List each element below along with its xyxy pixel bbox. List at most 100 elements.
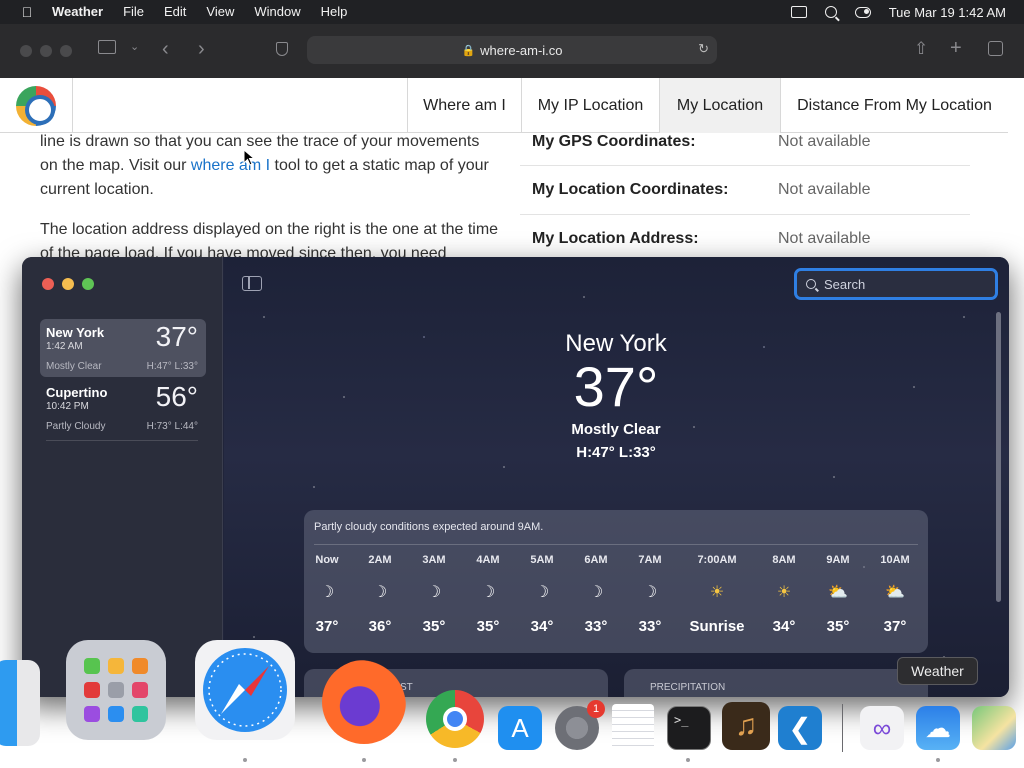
city-time: 10:42 PM [46, 401, 89, 412]
control-center-icon[interactable] [854, 6, 871, 18]
hour-label: Now [315, 554, 339, 566]
visual-studio-icon[interactable]: ∞ [860, 706, 904, 750]
hourly-divider [314, 544, 918, 545]
site-logo[interactable] [16, 86, 56, 126]
moon-icon: ☽ [426, 584, 442, 601]
terminal-icon[interactable]: >_ [667, 706, 711, 750]
screen-mirroring-icon[interactable] [790, 6, 807, 18]
hour-label: 3AM [422, 554, 446, 566]
moon-icon: ☽ [534, 584, 550, 601]
hour-label: 7AM [638, 554, 662, 566]
privacy-shield-icon[interactable] [276, 42, 288, 56]
forward-icon[interactable]: › [198, 38, 205, 61]
hour-temperature: 33° [638, 618, 662, 635]
city-name: Cupertino [46, 385, 108, 400]
hour-column: 2AM ☽ 36° [357, 550, 403, 650]
hour-column: 7AM ☽ 33° [627, 550, 673, 650]
address-bar[interactable]: 🔒 where-am-i.co ↻ [307, 36, 717, 64]
search-input[interactable]: Search [794, 268, 998, 300]
hour-temperature: 35° [826, 618, 850, 635]
menu-help[interactable]: Help [321, 0, 348, 24]
hour-column: 7:00AM ☀ Sunrise [684, 550, 750, 650]
menu-file[interactable]: File [123, 0, 144, 24]
sidebar-icon[interactable] [98, 40, 116, 54]
info-value: Not available [778, 133, 871, 150]
city-card-cupertino[interactable]: Cupertino 10:42 PM 56° Partly Cloudy H:7… [40, 379, 206, 441]
hero-temperature: 37° [573, 355, 659, 418]
system-settings-icon[interactable]: 1 [555, 700, 605, 750]
reload-icon[interactable]: ↻ [698, 41, 709, 57]
weather-zoom-button[interactable] [82, 278, 94, 290]
city-card-new-york[interactable]: New York 1:42 AM 37° Mostly Clear H:47° … [40, 319, 206, 377]
hour-temperature: 36° [368, 618, 392, 635]
textedit-icon[interactable] [612, 704, 654, 752]
apple-menu-icon[interactable]:  [16, 0, 38, 24]
nav-where-am-i[interactable]: Where am I [407, 78, 521, 133]
weather-close-button[interactable] [42, 278, 54, 290]
garageband-icon[interactable]: ♫ [722, 702, 770, 750]
menu-bar:  Weather File Edit View Window Help Tue… [0, 0, 1024, 24]
moon-icon: ☽ [319, 584, 335, 601]
hour-label: 6AM [584, 554, 608, 566]
firefox-icon[interactable] [322, 660, 406, 744]
back-icon[interactable]: ‹ [162, 38, 169, 61]
nav-my-location[interactable]: My Location [659, 78, 780, 133]
url-text: where-am-i.co [480, 42, 563, 58]
card-divider [46, 440, 198, 441]
current-conditions: New York 37° Mostly Clear H:47° L:33° [514, 329, 718, 461]
weather-app-icon[interactable]: ☁ [916, 706, 960, 750]
location-info-table: My GPS Coordinates: Not available My Loc… [520, 133, 970, 264]
window-zoom-button[interactable] [60, 45, 72, 57]
app-store-icon[interactable]: A [498, 706, 542, 750]
chevron-down-icon[interactable]: ⌄ [130, 40, 139, 53]
running-indicator [453, 758, 457, 762]
search-placeholder: Search [824, 276, 866, 292]
moon-icon: ☽ [642, 584, 658, 601]
menu-app-name[interactable]: Weather [52, 0, 103, 24]
scrollbar[interactable] [996, 312, 1001, 602]
sidebar-toggle-icon[interactable] [242, 276, 262, 291]
tab-overview-icon[interactable] [988, 41, 1003, 56]
city-high-low: H:47° L:33° [146, 361, 198, 372]
launchpad-icon[interactable] [66, 640, 166, 740]
new-tab-icon[interactable]: + [950, 37, 962, 60]
share-icon[interactable]: ⇧ [914, 39, 928, 59]
hour-temperature: 34° [772, 618, 796, 635]
window-minimize-button[interactable] [40, 45, 52, 57]
safari-icon[interactable] [195, 640, 295, 740]
menu-edit[interactable]: Edit [164, 0, 186, 24]
menu-view[interactable]: View [206, 0, 234, 24]
window-close-button[interactable] [20, 45, 32, 57]
hour-temperature: 33° [584, 618, 608, 635]
chrome-icon[interactable] [426, 690, 484, 748]
hour-column: 6AM ☽ 33° [573, 550, 619, 650]
weather-window: New York 1:42 AM 37° Mostly Clear H:47° … [22, 257, 1009, 697]
app-menu: Weather File Edit View Window Help [52, 0, 347, 24]
info-row: My Location Coordinates: Not available [520, 166, 970, 215]
finder-icon[interactable] [0, 660, 40, 746]
nav-distance-from-my-location[interactable]: Distance From My Location [780, 78, 1008, 133]
dock-separator [842, 704, 843, 752]
where-am-i-link[interactable]: where am I [191, 157, 270, 174]
hour-label: 7:00AM [697, 554, 737, 566]
menu-window[interactable]: Window [254, 0, 300, 24]
hour-column: 10AM ⛅ 37° [872, 550, 918, 650]
maps-icon[interactable] [972, 706, 1016, 750]
search-icon [806, 279, 816, 289]
hour-column: 8AM ☀ 34° [761, 550, 807, 650]
hour-temperature: 34° [530, 618, 554, 635]
nav-divider [72, 78, 73, 133]
browser-toolbar: ⌄ ‹ › 🔒 where-am-i.co ↻ ⇧ + [0, 24, 1024, 78]
hourly-forecast-card[interactable]: Partly cloudy conditions expected around… [304, 510, 928, 653]
weather-minimize-button[interactable] [62, 278, 74, 290]
info-value: Not available [778, 230, 871, 247]
spotlight-icon[interactable] [824, 6, 837, 18]
city-condition: Mostly Clear [46, 361, 102, 372]
nav-my-ip-location[interactable]: My IP Location [521, 78, 659, 133]
menu-clock[interactable]: Tue Mar 19 1:42 AM [889, 5, 1006, 20]
vscode-icon[interactable]: ❮ [778, 706, 822, 750]
sunrise-icon: ☀ [709, 584, 725, 601]
chrome-center [443, 707, 467, 731]
city-condition: Partly Cloudy [46, 421, 106, 432]
hourly-summary: Partly cloudy conditions expected around… [314, 521, 544, 533]
